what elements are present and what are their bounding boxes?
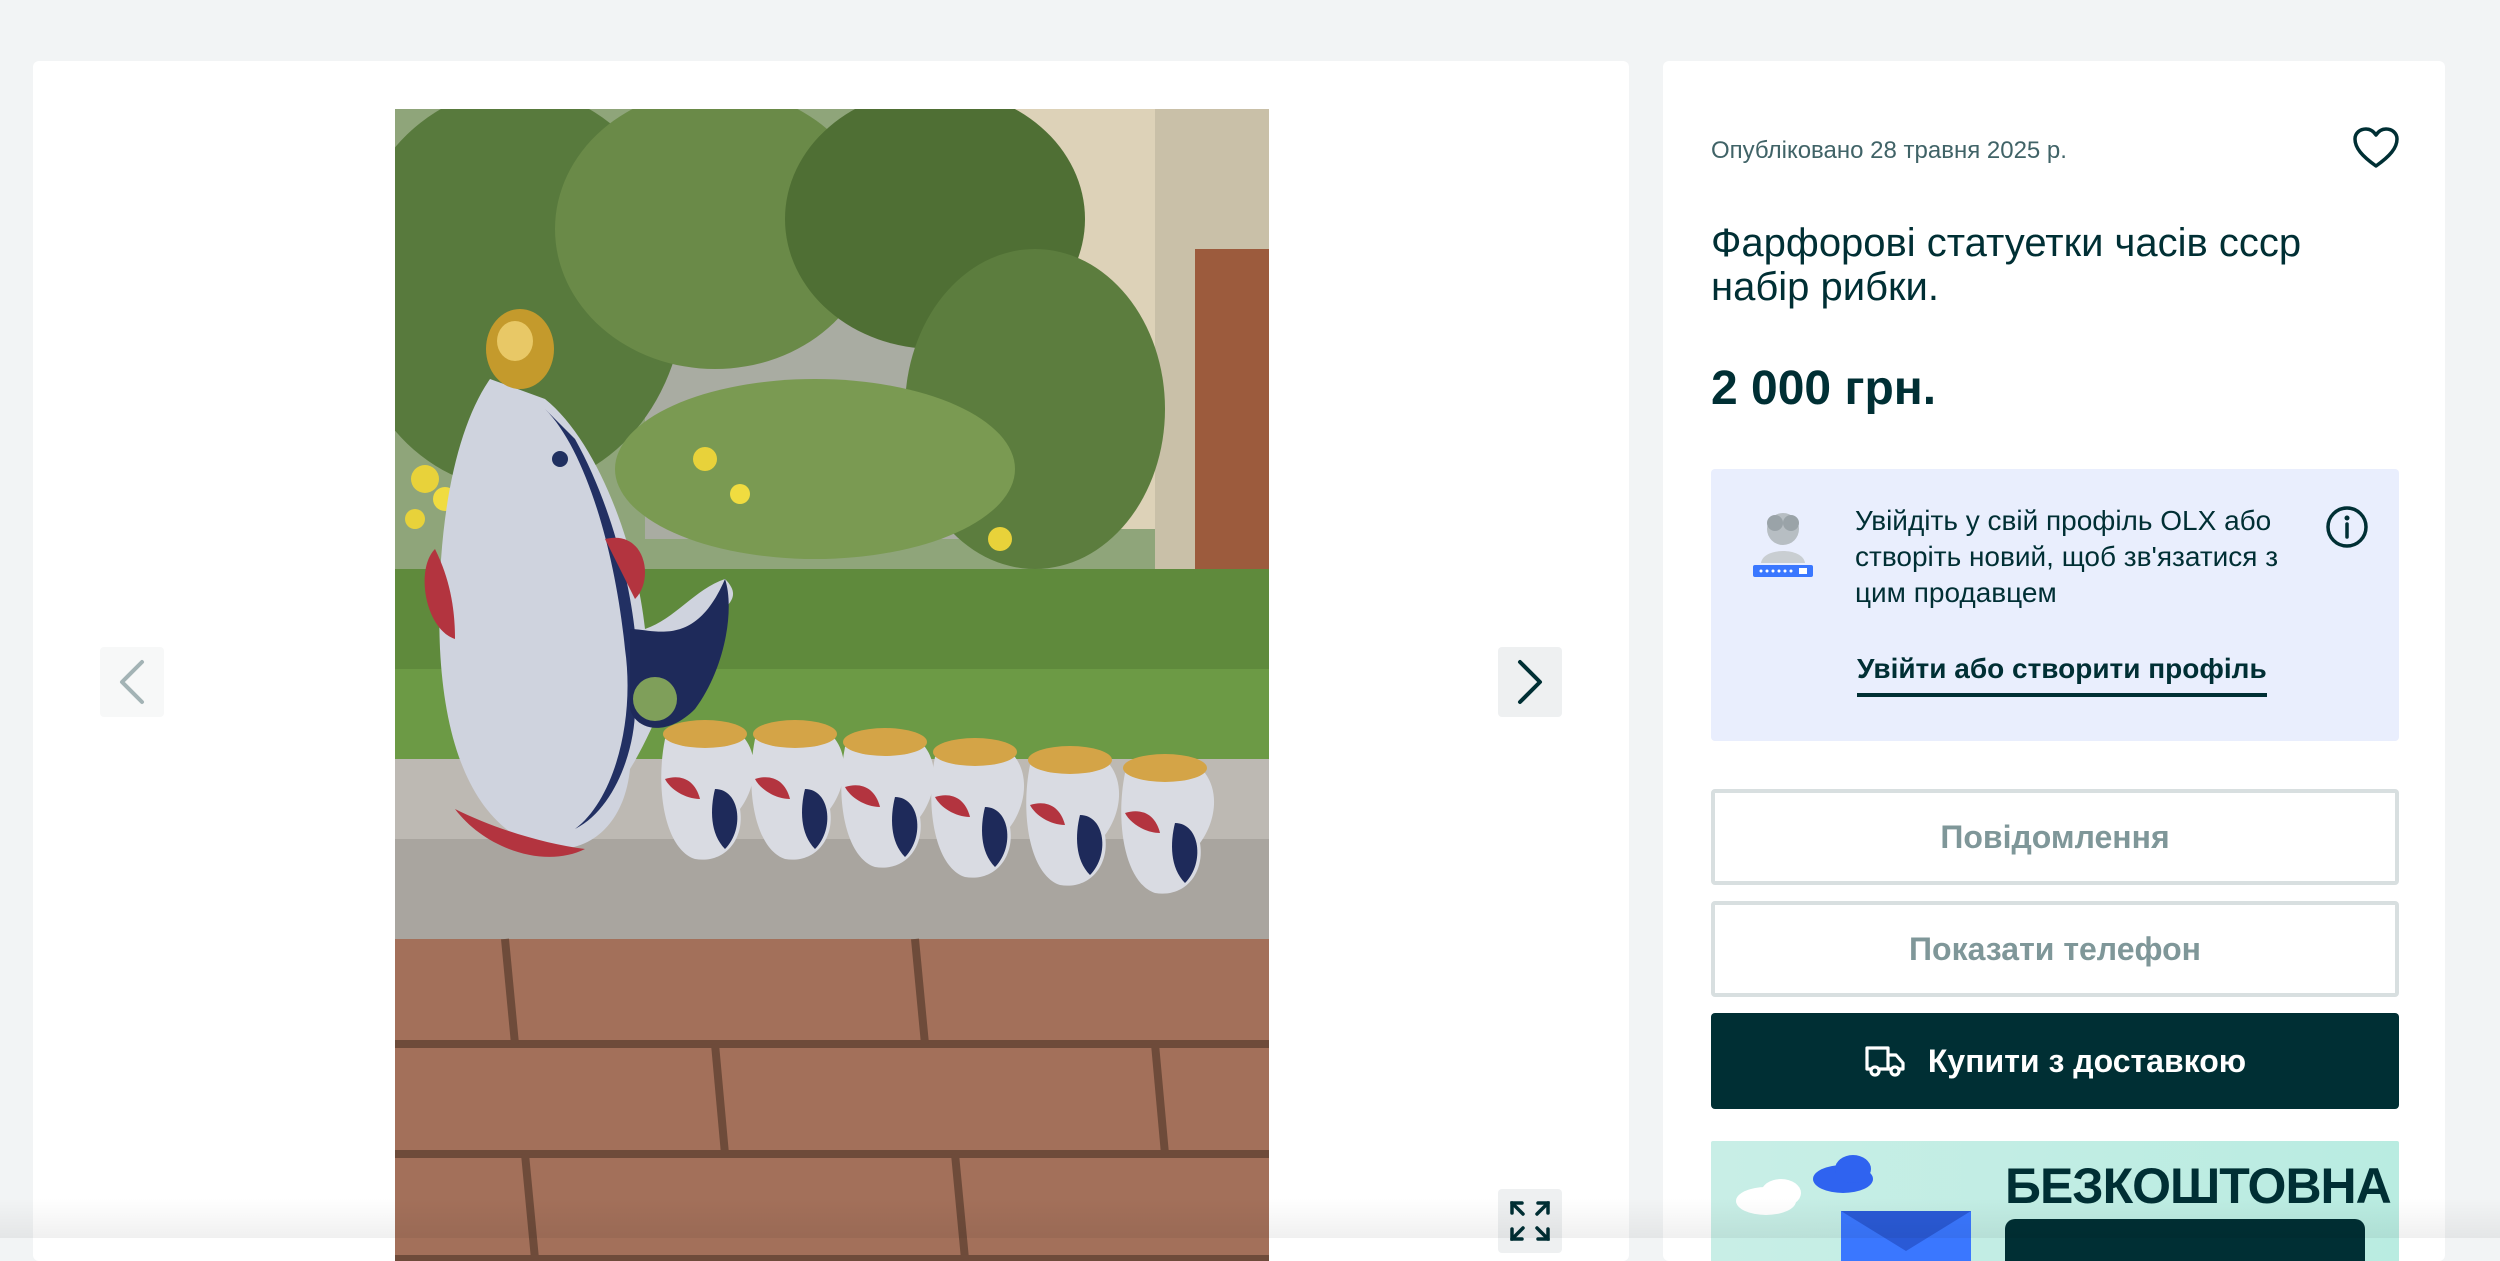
chevron-left-icon [120, 660, 144, 704]
listing-info-card: Опубліковано 28 травня 2025 р. Фарфорові… [1663, 61, 2445, 1261]
photo-fish-figurines [395, 109, 1269, 1261]
gallery-next-button[interactable] [1498, 647, 1562, 717]
login-link[interactable]: Увійти або створити профіль [1857, 653, 2267, 697]
expand-icon [1510, 1201, 1550, 1241]
show-phone-button[interactable]: Показати телефон [1711, 901, 2399, 997]
message-button[interactable]: Повідомлення [1711, 789, 2399, 885]
gallery-card [33, 61, 1629, 1261]
login-prompt: Увійдіть у свій профіль OLX або створіть… [1711, 469, 2399, 741]
truck-icon [1865, 1046, 1905, 1077]
user-avatar-icon [1753, 513, 1813, 577]
chevron-right-icon [1518, 660, 1542, 704]
listing-photo[interactable] [395, 109, 1269, 1261]
buy-with-delivery-label: Купити з доставкою [1927, 1042, 2247, 1079]
banner-headline: БЕЗКОШТОВНА [2005, 1158, 2392, 1214]
info-icon[interactable] [2325, 505, 2369, 549]
gallery-prev-button[interactable] [100, 647, 164, 717]
login-prompt-text: Увійдіть у свій профіль OLX або створіть… [1855, 505, 2279, 608]
buy-with-delivery-button[interactable]: Купити з доставкою [1711, 1013, 2399, 1109]
posted-date: Опубліковано 28 травня 2025 р. [1711, 137, 2067, 164]
heart-icon [2353, 127, 2399, 168]
gallery-expand-button[interactable] [1498, 1189, 1562, 1253]
favorite-button[interactable] [2349, 121, 2403, 175]
listing-price: 2 000 грн. [1711, 362, 1937, 415]
free-delivery-banner[interactable]: БЕЗКОШТОВНА [1711, 1141, 2399, 1261]
listing-title: Фарфорові статуетки часів ссср набір риб… [1711, 221, 2302, 309]
